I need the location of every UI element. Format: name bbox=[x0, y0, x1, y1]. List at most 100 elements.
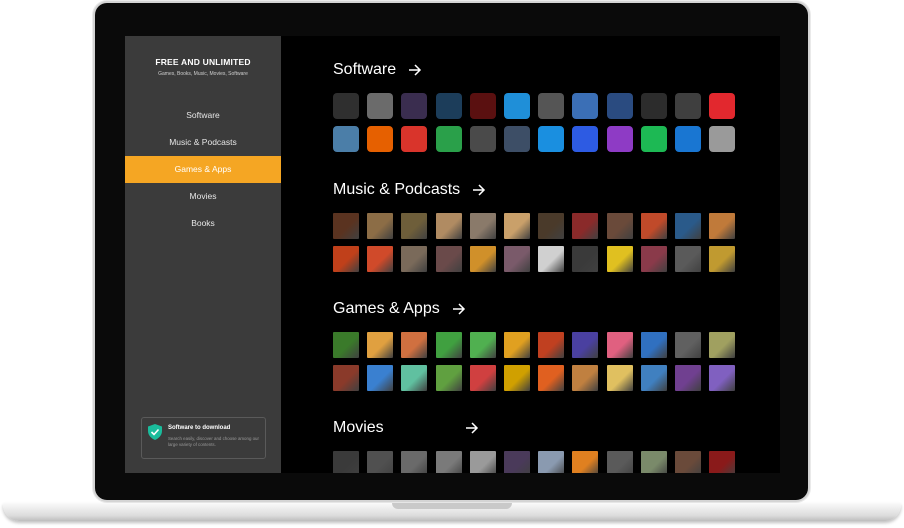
movie-thumbnail[interactable] bbox=[538, 451, 565, 473]
album-thumbnail[interactable] bbox=[367, 246, 394, 272]
movie-thumbnail[interactable] bbox=[333, 451, 359, 473]
album-thumbnail[interactable] bbox=[401, 246, 428, 272]
movie-thumbnail[interactable] bbox=[401, 451, 428, 473]
album-thumbnail[interactable] bbox=[401, 213, 428, 239]
dots-icon[interactable] bbox=[503, 126, 530, 152]
brand-title: FREE AND UNLIMITED bbox=[155, 57, 251, 67]
promo-text: Search easily, discover and choose among… bbox=[168, 436, 259, 447]
album-thumbnail[interactable] bbox=[367, 213, 394, 239]
game-thumbnail[interactable] bbox=[503, 332, 530, 358]
circle-logo-icon[interactable] bbox=[435, 93, 462, 119]
album-thumbnail[interactable] bbox=[538, 213, 565, 239]
game-thumbnail[interactable] bbox=[401, 332, 428, 358]
sidebar-item-games-apps[interactable]: Games & Apps bbox=[125, 156, 281, 183]
movies-grid bbox=[333, 451, 736, 473]
album-thumbnail[interactable] bbox=[333, 246, 359, 272]
game-thumbnail[interactable] bbox=[367, 332, 394, 358]
game-thumbnail[interactable] bbox=[674, 332, 701, 358]
feather-icon[interactable] bbox=[401, 93, 428, 119]
game-thumbnail[interactable] bbox=[401, 365, 428, 391]
game-thumbnail[interactable] bbox=[333, 332, 359, 358]
sumo-icon[interactable] bbox=[469, 126, 496, 152]
game-thumbnail[interactable] bbox=[435, 332, 462, 358]
game-thumbnail[interactable] bbox=[503, 365, 530, 391]
sidebar-item-movies[interactable]: Movies bbox=[125, 183, 281, 210]
album-thumbnail[interactable] bbox=[640, 213, 667, 239]
album-thumbnail[interactable] bbox=[435, 213, 462, 239]
game-thumbnail[interactable] bbox=[469, 332, 496, 358]
game-thumbnail[interactable] bbox=[538, 365, 565, 391]
game-thumbnail[interactable] bbox=[367, 365, 394, 391]
arrow-right-icon[interactable] bbox=[472, 184, 486, 196]
folder-icon[interactable] bbox=[333, 126, 359, 152]
movie-thumbnail[interactable] bbox=[640, 451, 667, 473]
movie-thumbnail[interactable] bbox=[435, 451, 462, 473]
game-thumbnail[interactable] bbox=[469, 365, 496, 391]
arrow-right-icon[interactable] bbox=[452, 303, 466, 315]
squares-icon[interactable] bbox=[606, 93, 633, 119]
zip-icon[interactable] bbox=[333, 93, 359, 119]
promo-card[interactable]: Software to download Search easily, disc… bbox=[141, 417, 266, 459]
sidebar-item-music-podcasts[interactable]: Music & Podcasts bbox=[125, 129, 281, 156]
monitor-icon[interactable] bbox=[674, 93, 701, 119]
album-thumbnail[interactable] bbox=[572, 246, 599, 272]
album-thumbnail[interactable] bbox=[640, 246, 667, 272]
movie-thumbnail[interactable] bbox=[709, 451, 736, 473]
quote-icon[interactable] bbox=[435, 126, 462, 152]
movie-thumbnail[interactable] bbox=[469, 451, 496, 473]
brand-subtitle: Games, Books, Music, Movies, Software bbox=[158, 71, 248, 77]
pdf-icon[interactable] bbox=[469, 93, 496, 119]
game-thumbnail[interactable] bbox=[572, 332, 599, 358]
firefox-icon[interactable] bbox=[367, 126, 394, 152]
album-thumbnail[interactable] bbox=[709, 213, 736, 239]
game-thumbnail[interactable] bbox=[606, 365, 633, 391]
album-thumbnail[interactable] bbox=[606, 213, 633, 239]
c-letter-icon[interactable] bbox=[709, 93, 736, 119]
album-thumbnail[interactable] bbox=[469, 246, 496, 272]
swirl-icon[interactable] bbox=[503, 93, 530, 119]
s-letter-icon[interactable] bbox=[606, 126, 633, 152]
section-title-movies: Movies bbox=[333, 419, 384, 436]
game-thumbnail[interactable] bbox=[435, 365, 462, 391]
album-thumbnail[interactable] bbox=[503, 246, 530, 272]
album-thumbnail[interactable] bbox=[503, 213, 530, 239]
gear-icon[interactable] bbox=[709, 126, 736, 152]
game-thumbnail[interactable] bbox=[572, 365, 599, 391]
colorful-app-icon[interactable] bbox=[367, 93, 394, 119]
album-thumbnail[interactable] bbox=[709, 246, 736, 272]
album-thumbnail[interactable] bbox=[674, 246, 701, 272]
bird-icon[interactable] bbox=[572, 93, 599, 119]
section-header-games: Games & Apps bbox=[333, 297, 466, 321]
album-thumbnail[interactable] bbox=[333, 213, 359, 239]
movie-thumbnail[interactable] bbox=[674, 451, 701, 473]
arrow-right-icon[interactable] bbox=[465, 422, 479, 434]
spotify-icon[interactable] bbox=[640, 126, 667, 152]
movie-thumbnail[interactable] bbox=[572, 451, 599, 473]
movie-thumbnail[interactable] bbox=[606, 451, 633, 473]
s-circle-icon[interactable] bbox=[674, 126, 701, 152]
movie-thumbnail[interactable] bbox=[503, 451, 530, 473]
album-thumbnail[interactable] bbox=[572, 213, 599, 239]
game-thumbnail[interactable] bbox=[674, 365, 701, 391]
game-thumbnail[interactable] bbox=[606, 332, 633, 358]
game-thumbnail[interactable] bbox=[709, 332, 736, 358]
sidebar-item-software[interactable]: Software bbox=[125, 102, 281, 129]
album-thumbnail[interactable] bbox=[606, 246, 633, 272]
album-thumbnail[interactable] bbox=[538, 246, 565, 272]
arrow-right-icon[interactable] bbox=[408, 64, 422, 76]
album-thumbnail[interactable] bbox=[469, 213, 496, 239]
r-letter-icon[interactable] bbox=[572, 126, 599, 152]
album-thumbnail[interactable] bbox=[674, 213, 701, 239]
album-thumbnail[interactable] bbox=[435, 246, 462, 272]
disc-icon[interactable] bbox=[640, 93, 667, 119]
game-thumbnail[interactable] bbox=[640, 332, 667, 358]
f-letter-icon[interactable] bbox=[538, 93, 565, 119]
a-letter-icon[interactable] bbox=[401, 126, 428, 152]
sidebar-item-books[interactable]: Books bbox=[125, 210, 281, 237]
game-thumbnail[interactable] bbox=[709, 365, 736, 391]
movie-thumbnail[interactable] bbox=[367, 451, 394, 473]
game-thumbnail[interactable] bbox=[538, 332, 565, 358]
arrows-icon[interactable] bbox=[538, 126, 565, 152]
game-thumbnail[interactable] bbox=[640, 365, 667, 391]
game-thumbnail[interactable] bbox=[333, 365, 359, 391]
